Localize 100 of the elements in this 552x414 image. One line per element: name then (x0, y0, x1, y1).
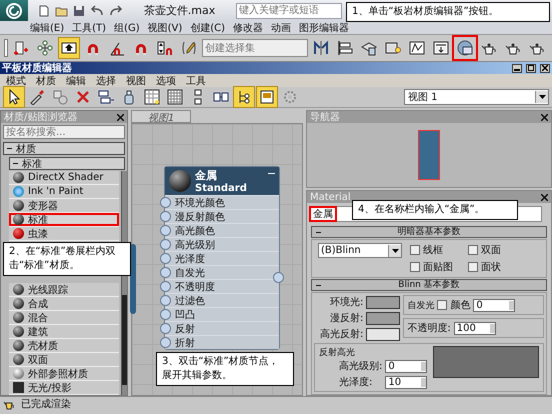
menu-item[interactable]: 视图(V) (148, 20, 182, 34)
shader-dropdown[interactable]: (B)Blinn (318, 243, 402, 258)
menu-item[interactable]: 选项 (156, 74, 176, 88)
align-icon (337, 40, 353, 56)
dropdown[interactable] (4, 39, 8, 57)
material-icon (13, 228, 24, 239)
node-edge[interactable] (130, 244, 136, 314)
menu-item[interactable]: 材质 (36, 74, 56, 88)
group-header[interactable]: 材质 (3, 142, 125, 155)
material-item[interactable]: 无光/投影 (9, 381, 119, 395)
close-icon[interactable] (117, 114, 124, 120)
material-item[interactable]: DirectX Shader (9, 171, 119, 185)
menu-item[interactable]: 编辑 (66, 74, 86, 88)
group-header[interactable]: 标准 (9, 157, 125, 170)
input-port[interactable] (160, 323, 171, 334)
maximize-icon (528, 65, 534, 71)
input-port[interactable] (160, 239, 171, 250)
material-item[interactable]: 双面 (9, 353, 119, 367)
toolbar-button[interactable] (58, 37, 80, 59)
close-icon[interactable] (541, 114, 548, 120)
slot-label: 不透明度 (175, 280, 215, 294)
checkbox[interactable] (437, 300, 448, 310)
view-dropdown[interactable]: 视图 1 (404, 89, 549, 105)
menu-item[interactable]: 工具(T) (72, 20, 106, 34)
menu-item[interactable]: 选择 (96, 74, 116, 88)
color-swatch[interactable] (366, 296, 400, 308)
spinner-field[interactable]: 10 (385, 376, 428, 388)
slot-label: 漫反射颜色 (175, 210, 225, 224)
angle-magnet-icon (109, 40, 125, 56)
material-item[interactable]: 虫漆 (9, 227, 119, 241)
spinner-field[interactable]: 0 (385, 360, 428, 372)
input-port[interactable] (160, 211, 171, 222)
mirror-icon (313, 40, 329, 56)
toolbar-button[interactable] (256, 86, 278, 108)
input-port[interactable] (160, 267, 171, 278)
menu-item[interactable]: 动画 (271, 20, 292, 34)
scrollbar-thumb[interactable] (122, 295, 127, 385)
input-port[interactable] (160, 281, 171, 292)
checkbox-label: 颜色 (450, 298, 470, 312)
search-field[interactable]: 按名称搜索... (3, 125, 125, 139)
toolbar-button[interactable] (233, 86, 255, 108)
menu-item[interactable]: 模式 (6, 74, 26, 88)
input-port[interactable] (160, 253, 171, 264)
save-icon[interactable] (73, 4, 85, 16)
search-field[interactable]: 键入关键字或短语 (236, 2, 342, 18)
checkbox[interactable] (468, 245, 478, 255)
material-icon (13, 326, 24, 337)
toolbar-button[interactable] (3, 86, 25, 108)
menu-item[interactable]: 编辑(E) (30, 20, 64, 34)
menu-item[interactable]: 修改器 (233, 20, 264, 34)
input-port[interactable] (160, 295, 171, 306)
menu-item[interactable]: 工具 (186, 74, 206, 88)
material-item[interactable]: Ink 'n Paint (9, 185, 119, 199)
material-item[interactable]: 壳材质 (9, 339, 119, 353)
spinner-field[interactable]: 0 (473, 298, 516, 312)
color-swatch[interactable] (366, 312, 400, 324)
slot-label: 折射 (175, 336, 195, 350)
material-item[interactable]: 光线跟踪 (9, 283, 119, 297)
input-port[interactable] (160, 309, 171, 320)
folder-icon[interactable] (55, 4, 68, 16)
close-button[interactable] (540, 64, 550, 72)
material-item[interactable]: 变形器 (9, 199, 119, 213)
maximize-button[interactable] (526, 64, 536, 72)
material-icon (13, 172, 24, 183)
material-item[interactable]: 建筑 (9, 325, 119, 339)
menu-item[interactable]: 创建(C) (190, 20, 226, 34)
delete-icon (75, 89, 91, 105)
checkbox[interactable] (410, 262, 420, 272)
material-item[interactable]: 标准 (9, 213, 119, 227)
caret-icon (392, 248, 398, 252)
input-port[interactable] (160, 337, 171, 348)
slot-label: 光泽度 (175, 252, 205, 266)
input-port[interactable] (160, 225, 171, 236)
color-swatch[interactable] (366, 328, 400, 340)
material-item[interactable]: 合成 (9, 297, 119, 311)
close-icon[interactable] (541, 194, 548, 200)
material-item[interactable]: 混合 (9, 311, 119, 325)
toolbar-button[interactable] (454, 37, 476, 59)
app-logo-button[interactable] (0, 0, 28, 21)
menu-item[interactable]: 图形编辑器 (299, 20, 350, 34)
view-tab[interactable]: 视图1 (131, 110, 192, 123)
checkbox[interactable] (468, 262, 478, 272)
material-item[interactable]: 外部参照材质 (9, 367, 119, 381)
menu-item[interactable]: 视图 (126, 74, 146, 88)
checkbox[interactable] (410, 245, 420, 255)
rollout-header[interactable]: Blinn 基本参数 (311, 279, 547, 291)
minimize-button[interactable] (512, 64, 522, 72)
undo-icon[interactable] (90, 4, 104, 16)
rollout-header[interactable]: 明暗器基本参数 (311, 226, 547, 238)
checkbox-label: 面贴图 (423, 260, 453, 274)
spinner-field[interactable]: 100 (454, 322, 496, 334)
selection-set-field[interactable]: 创建选择集 (202, 39, 308, 57)
input-port[interactable] (160, 197, 171, 208)
redo-icon[interactable] (109, 4, 123, 16)
new-file-icon[interactable] (38, 4, 50, 16)
name-value: 金属 (311, 208, 335, 220)
output-port[interactable] (273, 272, 284, 283)
link-icon (13, 40, 29, 56)
menu-item[interactable]: 组(G) (114, 20, 140, 34)
material-icon (13, 368, 24, 379)
